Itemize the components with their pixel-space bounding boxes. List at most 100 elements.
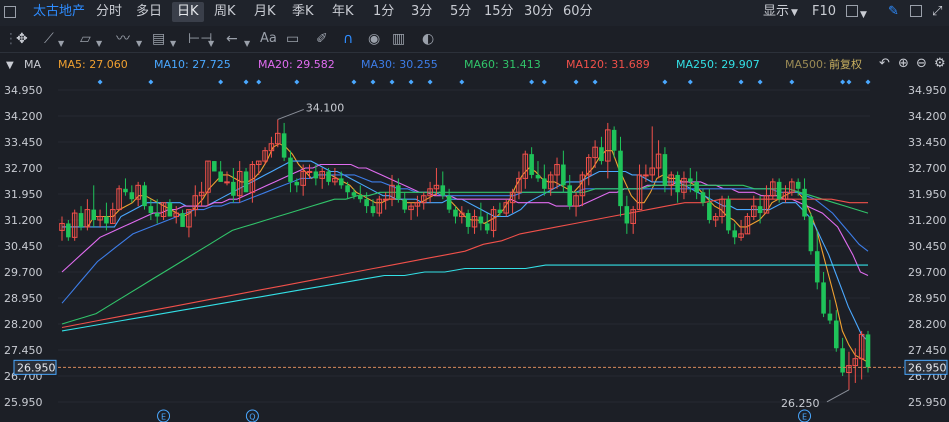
pen-icon[interactable]: ✎ — [888, 4, 899, 20]
y-tick-label-right: 28.950 — [908, 292, 947, 305]
ma60-value: MA60: 31.413 — [464, 58, 541, 71]
y-tick-label-left: 28.200 — [4, 318, 43, 331]
ma10-value: MA10: 27.725 — [154, 58, 231, 71]
period-tab-zhouk[interactable]: 周K — [214, 4, 236, 20]
ma-label[interactable]: MA — [24, 58, 41, 71]
chevron-down-icon[interactable]: ▼ — [244, 35, 250, 53]
period-tab-fenshi[interactable]: 分时 — [96, 4, 122, 20]
f10-button[interactable]: F10 — [812, 4, 836, 20]
event-diamond-marker — [865, 79, 871, 85]
period-tab-5min[interactable]: 5分 — [450, 4, 471, 20]
ma250-value: MA250: 29.907 — [676, 58, 760, 71]
expand-icon[interactable]: ⤢ — [932, 4, 942, 20]
price-grid — [58, 89, 870, 403]
event-diamond-marker — [351, 79, 357, 85]
comment-icon[interactable]: ▭ — [286, 30, 299, 48]
period-tab-niank[interactable]: 年K — [332, 4, 354, 20]
period-tab-yuek[interactable]: 月K — [254, 4, 276, 20]
period-tab-15min[interactable]: 15分 — [484, 4, 514, 20]
chevron-down-icon[interactable]: ▼ — [58, 35, 64, 53]
event-marker-label: E — [161, 413, 166, 422]
y-tick-label-left: 34.200 — [4, 110, 43, 123]
ma120-value: MA120: 31.689 — [566, 58, 650, 71]
chart-annotations: 26.950 26.950 34.100 26.250 — [13, 101, 948, 410]
settings-icon[interactable]: ⚙ — [934, 56, 946, 72]
candle-body — [821, 282, 826, 314]
event-diamond-marker — [846, 79, 852, 85]
period-tab-duori[interactable]: 多日 — [136, 4, 162, 20]
chevron-down-icon[interactable]: ▼ — [208, 35, 214, 53]
period-tab-1min[interactable]: 1分 — [373, 4, 394, 20]
channel-tool-icon[interactable]: ▱ — [80, 30, 91, 48]
period-tab-jik[interactable]: 季K — [292, 4, 314, 20]
fib-tool-icon[interactable]: ▤ — [152, 30, 165, 48]
candle-body — [123, 188, 128, 193]
undo-icon[interactable]: ↶ — [879, 56, 890, 72]
stock-name[interactable]: 太古地产 — [33, 4, 85, 20]
ma30-value: MA30: 30.255 — [361, 58, 438, 71]
y-tick-label-left: 31.200 — [4, 214, 43, 227]
adjust-label[interactable]: 前复权 — [829, 58, 862, 71]
arrow-left-icon[interactable]: ← — [226, 30, 238, 48]
zoom-out-icon[interactable]: ⊖ — [916, 56, 927, 72]
candle-body — [154, 213, 160, 217]
period-tab-rik[interactable]: 日K — [172, 2, 204, 22]
event-diamond-marker — [97, 79, 103, 85]
zoom-in-icon[interactable]: ⊕ — [898, 56, 909, 72]
candle-body — [357, 195, 363, 200]
period-tab-30min[interactable]: 30分 — [524, 4, 554, 20]
y-tick-label-right: 33.450 — [908, 136, 947, 149]
event-diamond-marker — [529, 79, 535, 85]
event-diamond-marker — [427, 79, 433, 85]
layout-checkbox-icon[interactable] — [846, 5, 858, 17]
candle-body — [338, 178, 344, 186]
y-tick-label-right: 28.200 — [908, 318, 947, 331]
magnet-icon[interactable]: ∩ — [343, 30, 353, 48]
display-dropdown[interactable]: 显示 ▼ — [763, 4, 798, 21]
toggle-icon[interactable]: ◐ — [422, 30, 434, 48]
eye-icon[interactable]: ◉ — [368, 30, 380, 48]
collapse-icon[interactable]: ▼ — [6, 58, 14, 74]
event-diamond-marker — [541, 79, 547, 85]
period-tab-60min[interactable]: 60分 — [563, 4, 593, 20]
candle-body — [814, 251, 820, 283]
ma-line-ma5 — [62, 143, 869, 363]
candle-body — [484, 223, 490, 231]
candle-body — [624, 206, 630, 224]
candle-body — [440, 185, 446, 196]
y-tick-label-left: 28.950 — [4, 292, 43, 305]
chevron-down-icon[interactable]: ▼ — [860, 7, 867, 23]
high-price-annotation: 34.100 — [306, 101, 345, 114]
candle-body — [599, 147, 604, 162]
eraser-icon[interactable]: ✐ — [316, 30, 328, 48]
text-tool-icon[interactable]: Aa — [260, 30, 277, 48]
event-diamond-marker — [840, 79, 846, 85]
trash-icon[interactable]: ▥ — [392, 30, 405, 48]
wave-tool-icon[interactable]: 〰 — [116, 30, 130, 48]
period-tab-3min[interactable]: 3分 — [411, 4, 432, 20]
menu-checkbox-icon[interactable] — [4, 6, 16, 18]
price-chart[interactable]: 34.950 34.200 33.450 32.700 31.950 31.200 30.4… — [0, 75, 949, 422]
candle-body — [351, 192, 357, 196]
chevron-down-icon[interactable]: ▼ — [136, 35, 142, 53]
candle-body — [224, 181, 230, 184]
crosshair-icon[interactable]: ✥ — [16, 30, 28, 48]
event-diamond-marker — [294, 79, 300, 85]
event-markers: EQE — [97, 79, 871, 422]
low-price-annotation: 26.250 — [781, 397, 820, 410]
candle-body — [364, 199, 369, 207]
event-diamond-marker — [459, 79, 465, 85]
chevron-down-icon[interactable]: ▼ — [96, 35, 102, 53]
current-price-label-right: 26.950 — [908, 361, 947, 374]
candle-body — [611, 129, 617, 151]
y-tick-label-left: 33.450 — [4, 136, 43, 149]
event-diamond-marker — [389, 79, 395, 85]
candle-body — [243, 171, 249, 193]
chevron-down-icon[interactable]: ▼ — [170, 35, 176, 53]
candle-body — [542, 178, 547, 189]
checkbox-icon[interactable] — [910, 5, 922, 17]
low-leader-line — [826, 389, 850, 403]
event-diamond-marker — [662, 79, 668, 85]
line-tool-icon[interactable]: ⟋ — [44, 30, 54, 48]
candle-body — [396, 185, 401, 200]
